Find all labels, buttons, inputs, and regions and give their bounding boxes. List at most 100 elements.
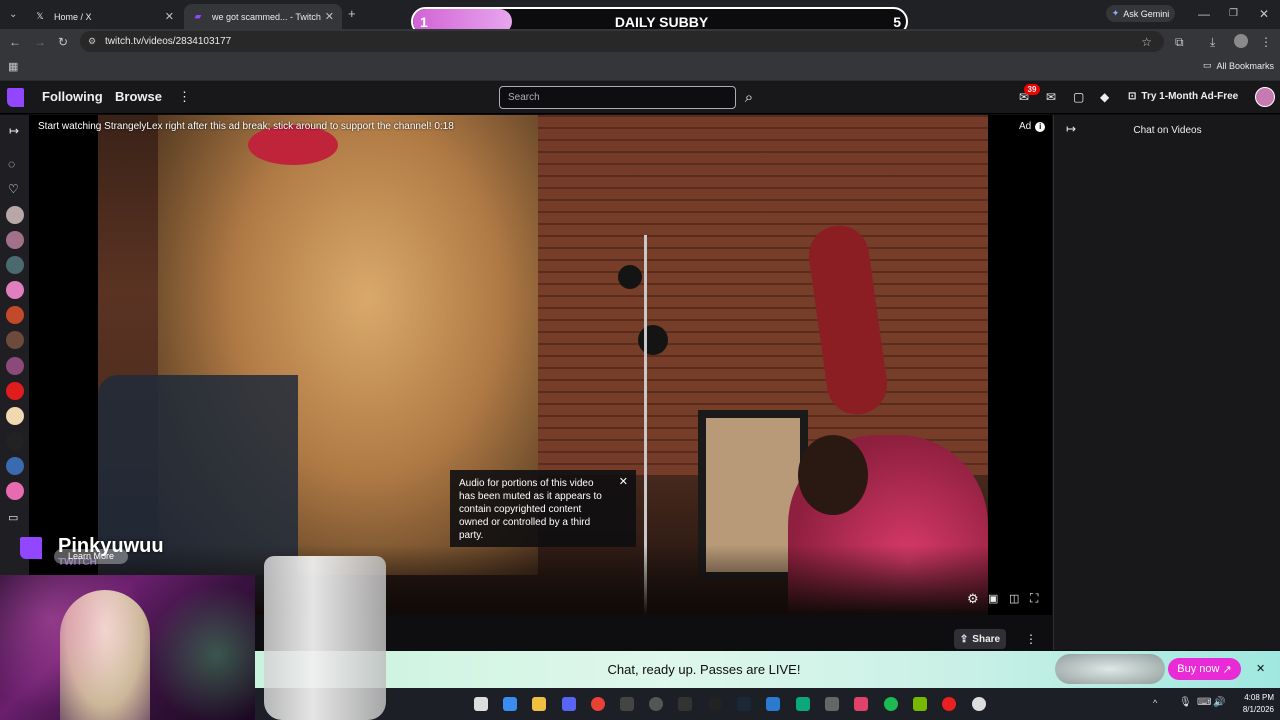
search-input[interactable]: Search: [499, 86, 736, 109]
spotify-icon[interactable]: [884, 697, 898, 711]
channel-avatar[interactable]: [6, 357, 24, 375]
settings-icon[interactable]: ⚙: [967, 591, 979, 607]
twitch-logo-icon[interactable]: [7, 88, 24, 107]
taskbar-app-icon[interactable]: [474, 697, 488, 711]
url-text: twitch.tv/videos/2834103177: [105, 36, 232, 47]
channel-avatar[interactable]: [6, 457, 24, 475]
network-icon[interactable]: ⌨: [1197, 697, 1211, 708]
nvidia-icon[interactable]: [913, 697, 927, 711]
obs-icon[interactable]: [649, 697, 663, 711]
video-icon[interactable]: ▭: [8, 511, 18, 524]
new-tab-icon[interactable]: +: [348, 7, 356, 20]
lamp-shade: [638, 325, 668, 355]
buy-now-label: Buy now: [1177, 663, 1220, 675]
taskbar-app-icon[interactable]: [854, 697, 868, 711]
reload-icon[interactable]: ↻: [58, 36, 68, 48]
try-adfree-button[interactable]: ⊡ Try 1-Month Ad-Free: [1128, 91, 1238, 102]
share-button[interactable]: ⇪ Share: [954, 629, 1006, 649]
restore-icon[interactable]: ❐: [1229, 8, 1238, 20]
address-bar[interactable]: ⚙ twitch.tv/videos/2834103177 ☆: [80, 31, 1164, 52]
channel-avatar[interactable]: [6, 382, 24, 400]
taskbar-app-icon[interactable]: [796, 697, 810, 711]
ask-gemini-button[interactable]: ✦ Ask Gemini: [1106, 5, 1175, 22]
twitch-logo-icon: [20, 537, 42, 559]
twitch-top-nav: Following Browse ⋮ Search ⌕ ✉ 39 ✉ ▢ ◆ ⊡…: [0, 81, 1280, 114]
search-button[interactable]: ⌕: [738, 86, 760, 109]
channel-avatar[interactable]: [6, 306, 24, 324]
taskbar-app-icon[interactable]: [942, 697, 956, 711]
chat-panel: ↦ Chat on Videos: [1053, 115, 1280, 650]
try-adfree-label: Try 1-Month Ad-Free: [1141, 91, 1239, 102]
buy-now-button[interactable]: Buy now ↗: [1168, 658, 1241, 680]
following-icon[interactable]: ◌: [8, 157, 15, 171]
taskbar-app-icon[interactable]: [825, 697, 839, 711]
nav-following[interactable]: Following: [42, 89, 103, 104]
menu-icon[interactable]: ⋮: [1260, 36, 1272, 48]
channel-avatar[interactable]: [6, 281, 24, 299]
bits-icon[interactable]: ◆: [1100, 90, 1109, 104]
tab-search-icon[interactable]: ⌄: [9, 9, 17, 21]
more-options-icon[interactable]: ⋮: [178, 89, 191, 105]
close-notice-icon[interactable]: ✕: [619, 476, 628, 489]
whispers-icon[interactable]: ▢: [1073, 90, 1084, 104]
fullscreen-icon[interactable]: ⛶: [1030, 591, 1038, 606]
extensions-icon[interactable]: ⧉: [1175, 36, 1184, 48]
channel-avatar[interactable]: [6, 407, 24, 425]
ad-indicator[interactable]: Ad i: [1019, 121, 1046, 132]
learn-more-button[interactable]: Learn More: [54, 549, 128, 564]
window-close-icon[interactable]: ✕: [1259, 8, 1269, 20]
epic-games-icon[interactable]: [678, 697, 692, 711]
apps-grid-icon[interactable]: ▦: [8, 61, 18, 73]
tab-title: we got scammed... - Twitch: [212, 11, 321, 22]
profile-avatar[interactable]: [1234, 34, 1248, 48]
search-placeholder: Search: [508, 92, 540, 103]
close-tab-icon[interactable]: ✕: [165, 10, 174, 23]
all-bookmarks-button[interactable]: ▭ All Bookmarks: [1203, 60, 1274, 71]
tab-twitch[interactable]: ▰ we got scammed... - Twitch ✕: [184, 4, 342, 29]
user-avatar[interactable]: [1255, 87, 1275, 107]
copilot-icon[interactable]: [503, 697, 517, 711]
inbox-icon[interactable]: ✉: [1046, 90, 1056, 104]
minimize-icon[interactable]: —: [1198, 8, 1210, 20]
share-label: Share: [972, 633, 1001, 645]
channel-avatar[interactable]: [6, 331, 24, 349]
channel-avatar[interactable]: [6, 432, 24, 450]
steam-icon[interactable]: [737, 697, 751, 711]
site-info-icon[interactable]: ⚙: [88, 36, 96, 47]
bookmark-star-icon[interactable]: ☆: [1141, 35, 1152, 49]
close-tab-icon[interactable]: ✕: [325, 10, 334, 23]
forward-icon[interactable]: →: [34, 36, 46, 48]
file-explorer-icon[interactable]: [532, 697, 546, 711]
theatre-mode-icon[interactable]: ◫: [1009, 592, 1019, 605]
back-icon[interactable]: ←: [9, 36, 21, 48]
more-actions-icon[interactable]: ⋮: [1025, 632, 1037, 646]
clock-time[interactable]: 4:08 PM: [1222, 693, 1274, 702]
tab-home-x[interactable]: 𝕏 Home / X ✕: [26, 4, 182, 29]
taskbar-app-icon[interactable]: [708, 697, 722, 711]
channel-avatar[interactable]: [6, 206, 24, 224]
nav-browse[interactable]: Browse: [115, 89, 162, 104]
ad-label: Ad: [1019, 121, 1032, 132]
channel-avatar[interactable]: [6, 231, 24, 249]
x-logo-icon: 𝕏: [36, 11, 44, 21]
discord-icon[interactable]: [562, 697, 576, 711]
info-icon: i: [1035, 121, 1046, 132]
taskbar-app-icon[interactable]: [620, 697, 634, 711]
chrome-icon[interactable]: [591, 697, 605, 711]
clock-date[interactable]: 8/1/2026: [1222, 705, 1274, 714]
tray-overflow-icon[interactable]: ^: [1153, 698, 1157, 708]
taskbar-app-icon[interactable]: [766, 697, 780, 711]
heart-icon[interactable]: ♡: [8, 182, 19, 196]
close-banner-icon[interactable]: ✕: [1256, 662, 1265, 675]
promo-banner[interactable]: Chat, ready up. Passes are LIVE! Buy now…: [255, 651, 1280, 688]
channel-avatar[interactable]: [6, 482, 24, 500]
mic-icon[interactable]: 🎙: [1179, 697, 1192, 708]
media-player-icon[interactable]: [972, 697, 986, 711]
channel-avatar[interactable]: [6, 256, 24, 274]
clip-icon[interactable]: ▣: [988, 592, 998, 605]
bookmarks-bar: ▦ ▭ All Bookmarks: [0, 54, 1280, 81]
download-icon[interactable]: ⤓: [1210, 36, 1215, 48]
streamer-name-tag: Pinkyuwuu TWITCH Learn More: [6, 529, 192, 569]
expand-sidebar-icon[interactable]: ↦: [9, 124, 19, 138]
lamp-shade: [618, 265, 642, 289]
